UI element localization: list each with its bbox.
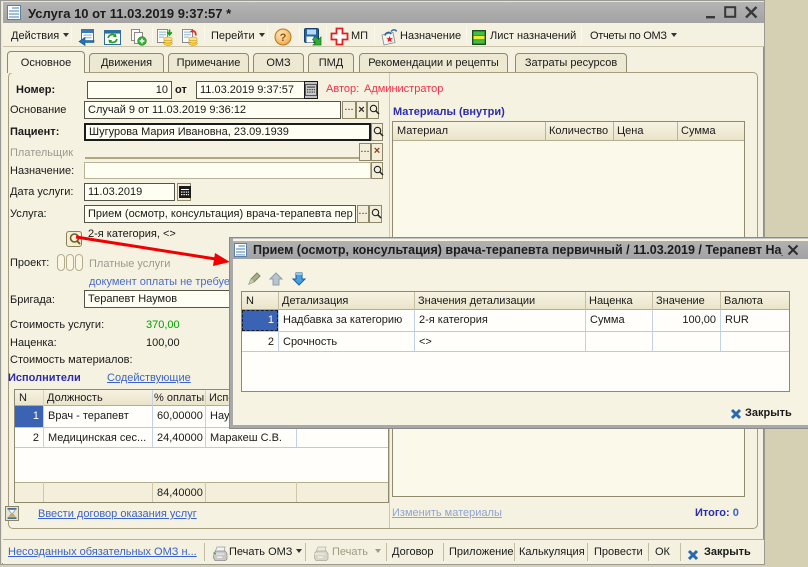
- svg-text:?: ?: [280, 32, 287, 44]
